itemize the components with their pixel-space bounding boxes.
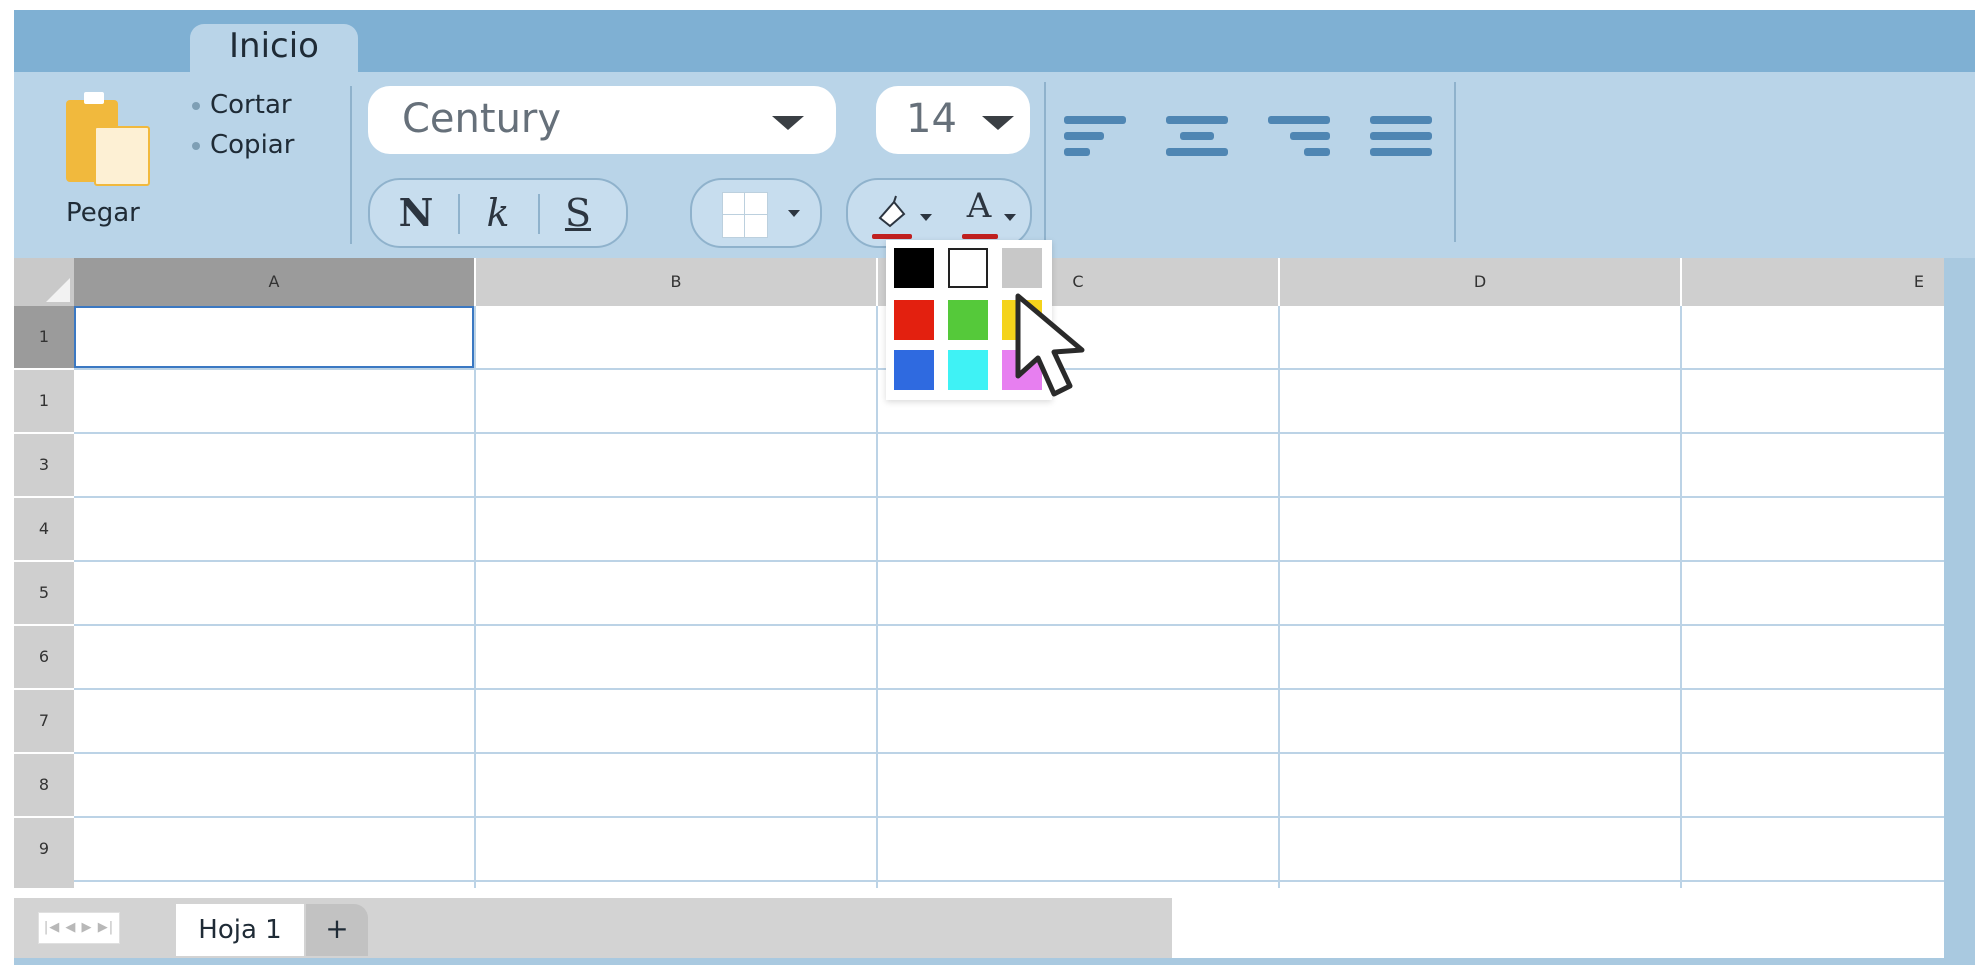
paste-button[interactable]: Pegar (48, 88, 164, 228)
swatch-green[interactable] (948, 300, 988, 340)
align-center-button[interactable] (1166, 116, 1234, 176)
font-size-value: 14 (906, 96, 957, 142)
row-gridline (74, 880, 1944, 882)
mouse-pointer-icon (1015, 293, 1085, 397)
swatch-blue[interactable] (894, 350, 934, 390)
column-gridline (474, 306, 476, 888)
color-group: A (846, 178, 1032, 248)
chevron-down-icon[interactable] (920, 214, 932, 221)
ribbon-tab-strip: Inicio (14, 10, 1975, 74)
cut-label: Cortar (210, 90, 292, 120)
align-left-button[interactable] (1064, 116, 1132, 176)
row-header[interactable]: 6 (14, 626, 74, 688)
chevron-down-icon[interactable] (1004, 214, 1016, 221)
row-gridline (74, 752, 1944, 754)
swatch-cyan[interactable] (948, 350, 988, 390)
fill-color-icon[interactable] (872, 192, 912, 232)
copy-label: Copiar (210, 130, 295, 160)
divider (458, 194, 460, 234)
italic-button[interactable]: k (468, 188, 528, 238)
row-header[interactable]: 4 (14, 498, 74, 560)
text-format-group: N k S (368, 178, 628, 248)
column-header-e-label: E (1913, 272, 1924, 291)
divider (1454, 82, 1456, 242)
tab-inicio[interactable]: Inicio (190, 24, 358, 74)
borders-icon (722, 192, 768, 238)
cut-button[interactable]: Cortar (192, 90, 292, 120)
swatch-white[interactable] (948, 248, 988, 288)
swatch-black[interactable] (894, 248, 934, 288)
row-header[interactable]: 7 (14, 690, 74, 752)
column-gridline (876, 306, 878, 888)
font-size-select[interactable]: 14 (876, 86, 1030, 154)
font-color-icon[interactable]: A (954, 186, 1004, 238)
column-gridline (1680, 306, 1682, 888)
column-header-d[interactable]: D (1280, 258, 1680, 306)
justify-button[interactable] (1370, 116, 1438, 176)
font-color-indicator (962, 234, 998, 239)
fill-color-indicator (872, 234, 912, 239)
paste-label: Pegar (66, 198, 140, 228)
column-header-a[interactable]: A (74, 258, 474, 306)
row-gridline (74, 624, 1944, 626)
spreadsheet-app: Inicio Pegar Cortar Copiar Century 14 N … (14, 10, 1975, 965)
row-header[interactable]: 1 (14, 306, 74, 368)
align-right-button[interactable] (1268, 116, 1336, 176)
active-cell-a1[interactable] (74, 306, 474, 368)
row-gridline (74, 496, 1944, 498)
chevron-down-icon (772, 116, 804, 130)
sheet-nav-arrows[interactable]: |◀ ◀ ▶ ▶| (38, 912, 120, 944)
ribbon-toolbar: Pegar Cortar Copiar Century 14 N k S A (14, 72, 1975, 258)
row-gridline (74, 816, 1944, 818)
chevron-down-icon (788, 210, 800, 217)
add-sheet-button[interactable]: + (306, 904, 368, 956)
row-header[interactable]: 5 (14, 562, 74, 624)
row-gridline (74, 432, 1944, 434)
sheet-tab-area: |◀ ◀ ▶ ▶| Hoja 1 + (14, 898, 1172, 958)
row-header[interactable]: 1 (14, 370, 74, 432)
divider (1044, 82, 1046, 242)
row-header[interactable]: 8 (14, 754, 74, 816)
swatch-red[interactable] (894, 300, 934, 340)
chevron-down-icon (982, 116, 1014, 130)
swatch-gray[interactable] (1002, 248, 1042, 288)
borders-button[interactable] (690, 178, 822, 248)
row-gridline (74, 688, 1944, 690)
copy-button[interactable]: Copiar (192, 130, 294, 160)
row-gridline (74, 560, 1944, 562)
bullet-icon (192, 101, 200, 110)
font-family-select[interactable]: Century (368, 86, 836, 154)
divider (350, 86, 352, 244)
font-family-value: Century (402, 96, 562, 142)
column-gridline (1278, 306, 1280, 888)
column-header-b[interactable]: B (476, 258, 876, 306)
column-header-e[interactable]: E (1682, 258, 1944, 306)
divider (538, 194, 540, 234)
sheet-tab-bar: |◀ ◀ ▶ ▶| Hoja 1 + (14, 898, 1944, 958)
select-all-corner[interactable] (14, 258, 74, 306)
bullet-icon (192, 141, 200, 150)
row-header[interactable]: 3 (14, 434, 74, 496)
bold-button[interactable]: N (386, 188, 446, 238)
underline-button[interactable]: S (548, 188, 608, 238)
sheet-tab-hoja-1[interactable]: Hoja 1 (176, 904, 304, 956)
row-header[interactable]: 9 (14, 818, 74, 888)
